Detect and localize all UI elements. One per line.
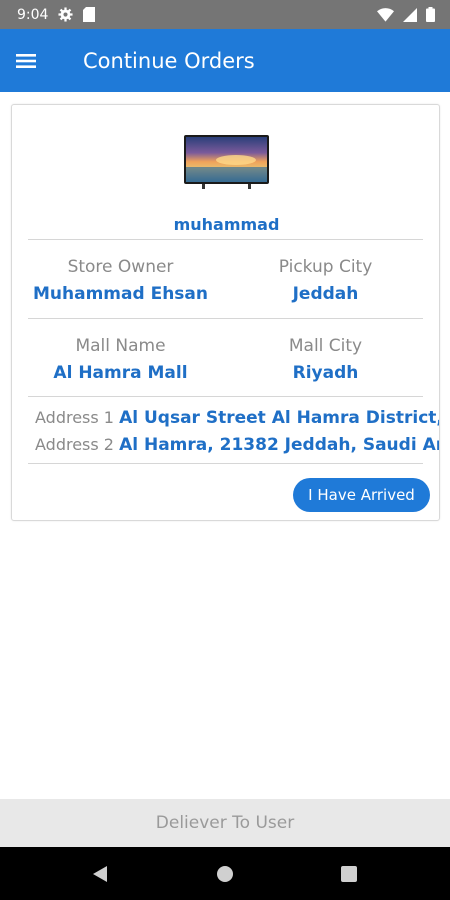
mall-city-label: Mall City [288,336,363,356]
divider [28,463,423,464]
app-bar: Continue Orders [0,29,450,92]
address-2-value: Al Hamra, 21382 Jeddah, Saudi Arabia [119,435,439,455]
battery-icon [426,7,435,22]
order-card[interactable]: muhammad Store Owner Muhammad Ehsan Pick… [11,104,440,521]
pickup-city-label: Pickup City [278,257,373,277]
hamburger-menu-icon[interactable] [0,29,52,92]
address-1-row: Address 1 Al Uqsar Street Al Hamra Distr… [35,408,440,428]
address-1-label: Address 1 [35,408,114,427]
mall-name-value: Al Hamra Mall [53,363,188,383]
pickup-city-value: Jeddah [292,284,359,304]
divider [28,239,423,240]
i-have-arrived-button[interactable]: I Have Arrived [293,478,430,512]
deliver-to-user-button[interactable]: Deliever To User [0,799,450,847]
status-bar: 9:04 [0,0,450,29]
wifi-icon [377,7,394,22]
store-owner-value: Muhammad Ehsan [33,284,208,304]
divider [28,396,423,397]
back-icon[interactable] [70,847,130,900]
status-time: 9:04 [17,6,49,23]
status-left: 9:04 [17,6,96,23]
tv-image [184,135,269,190]
home-icon[interactable] [195,847,255,900]
signal-icon [403,7,417,22]
customer-name: muhammad [173,215,280,234]
page-title: Continue Orders [83,48,255,73]
address-2-row: Address 2 Al Hamra, 21382 Jeddah, Saudi … [35,435,439,455]
address-2-label: Address 2 [35,435,114,454]
gear-icon [58,7,73,22]
sd-card-icon [83,7,96,22]
recents-icon[interactable] [319,847,379,900]
mall-city-value: Riyadh [292,363,359,383]
divider [28,318,423,319]
mall-name-label: Mall Name [75,336,166,356]
system-nav-bar [0,847,450,900]
address-1-value: Al Uqsar Street Al Hamra District, Jedd [119,408,440,428]
status-right [377,7,435,22]
store-owner-label: Store Owner [67,257,174,277]
